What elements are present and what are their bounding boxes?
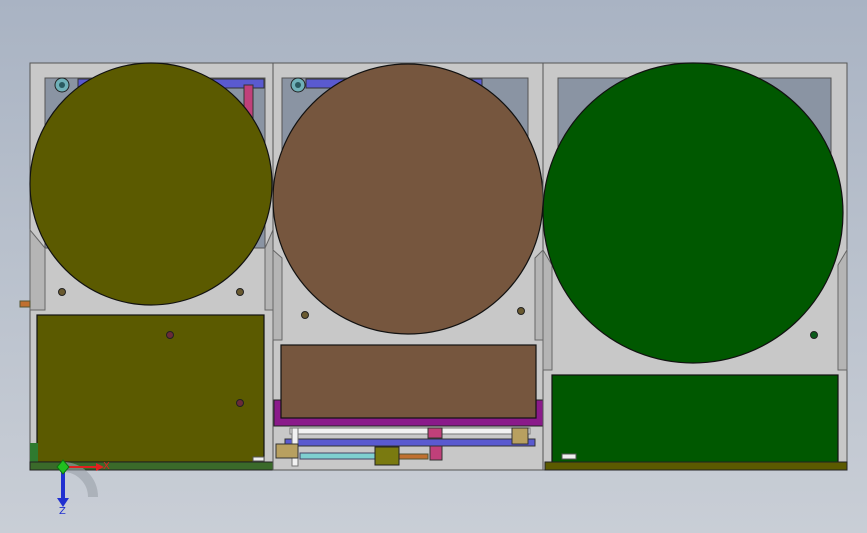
olive-disc[interactable] bbox=[29, 62, 273, 306]
pump-block bbox=[374, 446, 400, 466]
triad-shadow-arc bbox=[62, 462, 98, 498]
module-left[interactable] bbox=[19, 62, 274, 471]
fastener bbox=[561, 453, 577, 460]
fitting-center-inner bbox=[295, 82, 301, 88]
x-axis-label: X bbox=[103, 461, 110, 472]
cad-viewport[interactable]: X Z bbox=[0, 0, 867, 533]
bolt bbox=[810, 331, 818, 339]
pipe-lower-cyan bbox=[299, 452, 381, 460]
bolt bbox=[236, 399, 244, 407]
olive-panel[interactable] bbox=[36, 314, 265, 463]
module-center[interactable] bbox=[272, 62, 545, 471]
module-right-bevel bbox=[542, 248, 553, 371]
pipe-elbow-magenta-2 bbox=[429, 445, 443, 461]
bolt bbox=[58, 288, 66, 296]
pipe-lower-orange bbox=[397, 453, 429, 460]
bolt bbox=[517, 307, 525, 315]
pipe-lower-white bbox=[289, 427, 531, 435]
fitting-left-inner bbox=[59, 82, 65, 88]
module-center-bevel-right bbox=[534, 248, 544, 341]
pipe-lower-blue bbox=[284, 438, 536, 447]
z-axis-label: Z bbox=[59, 506, 66, 517]
green-base-strip bbox=[544, 461, 848, 471]
module-right-bevel-right bbox=[837, 248, 848, 371]
pipe-fitting-right bbox=[511, 427, 529, 445]
bolt bbox=[301, 311, 309, 319]
green-panel[interactable] bbox=[551, 374, 839, 464]
side-stub bbox=[19, 300, 31, 308]
bolt bbox=[166, 331, 174, 339]
module-right[interactable] bbox=[542, 62, 848, 471]
green-disc[interactable] bbox=[542, 62, 844, 364]
fastener bbox=[252, 456, 265, 462]
assembly-drawing[interactable]: X Z bbox=[0, 0, 867, 533]
pipe-elbow-magenta bbox=[427, 427, 443, 439]
brown-panel[interactable] bbox=[280, 344, 537, 419]
module-center-bevel bbox=[272, 248, 283, 341]
brown-disc[interactable] bbox=[272, 63, 544, 335]
bolt bbox=[236, 288, 244, 296]
pipe-fitting-left bbox=[275, 443, 299, 459]
